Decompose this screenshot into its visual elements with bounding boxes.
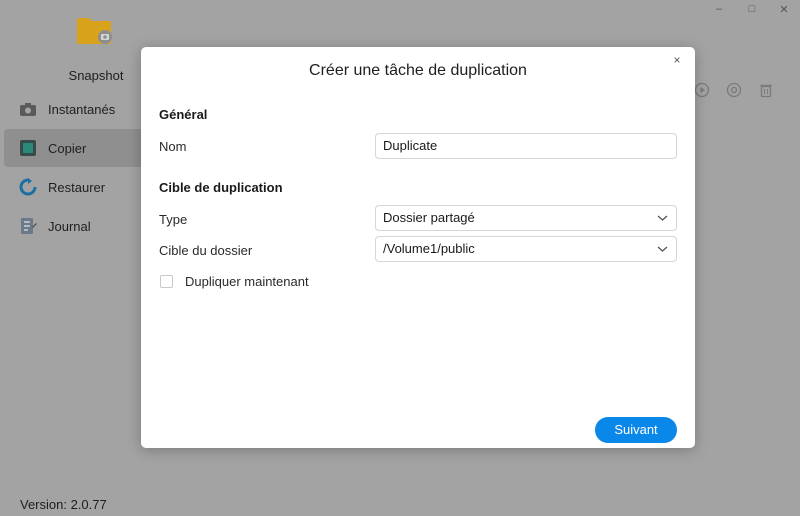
close-icon[interactable]: ×	[669, 52, 685, 68]
folder-select[interactable]: /Volume1/public	[375, 236, 677, 262]
nav-item-label: Restaurer	[48, 179, 106, 195]
nav-item-label: Copier	[48, 140, 87, 156]
type-select[interactable]: Dossier partagé	[375, 205, 677, 231]
camera-icon	[18, 99, 38, 119]
name-input[interactable]: Duplicate	[375, 133, 677, 159]
snapshot-folder-icon	[77, 18, 112, 44]
nav-item-log[interactable]: Journal	[4, 207, 141, 245]
copy-icon	[18, 138, 38, 158]
restore-icon	[18, 177, 38, 197]
dialog-title: Créer une tâche de duplication	[309, 62, 527, 79]
nav-item-label: Journal	[48, 218, 91, 234]
folder-label: Cible du dossier	[159, 243, 253, 258]
name-label: Nom	[159, 139, 187, 154]
minimize-button[interactable]: –	[710, 3, 728, 15]
next-button[interactable]: Suivant	[595, 417, 677, 443]
duplicate-now-label[interactable]: Dupliquer maintenant	[185, 274, 309, 289]
nav-item-copy[interactable]: Copier	[4, 129, 141, 167]
type-select-value: Dossier partagé	[383, 210, 475, 225]
play-icon[interactable]	[694, 82, 710, 98]
settings-icon[interactable]	[726, 82, 742, 98]
version-label: Version: 2.0.77	[20, 497, 107, 512]
nav-item-label: Instantanés	[48, 101, 116, 117]
folder-select-value: /Volume1/public	[383, 241, 475, 256]
duplicate-now-checkbox[interactable]	[160, 275, 173, 288]
create-duplication-dialog: Créer une tâche de duplication × Général…	[141, 47, 695, 448]
trash-icon[interactable]	[758, 82, 774, 98]
sidebar: Snapshot Instantanés Copier Restaurer Jo…	[0, 0, 141, 516]
chevron-down-icon	[657, 215, 668, 221]
general-section-heading: Général	[159, 107, 208, 122]
chevron-down-icon	[657, 246, 668, 252]
target-section-heading: Cible de duplication	[159, 180, 283, 195]
log-icon	[18, 216, 38, 236]
maximize-button[interactable]: □	[743, 3, 761, 15]
window-close-button[interactable]: ✕	[775, 3, 793, 16]
type-label: Type	[159, 212, 188, 227]
nav-item-snapshots[interactable]: Instantanés	[4, 90, 141, 128]
nav-item-restore[interactable]: Restaurer	[4, 168, 141, 206]
